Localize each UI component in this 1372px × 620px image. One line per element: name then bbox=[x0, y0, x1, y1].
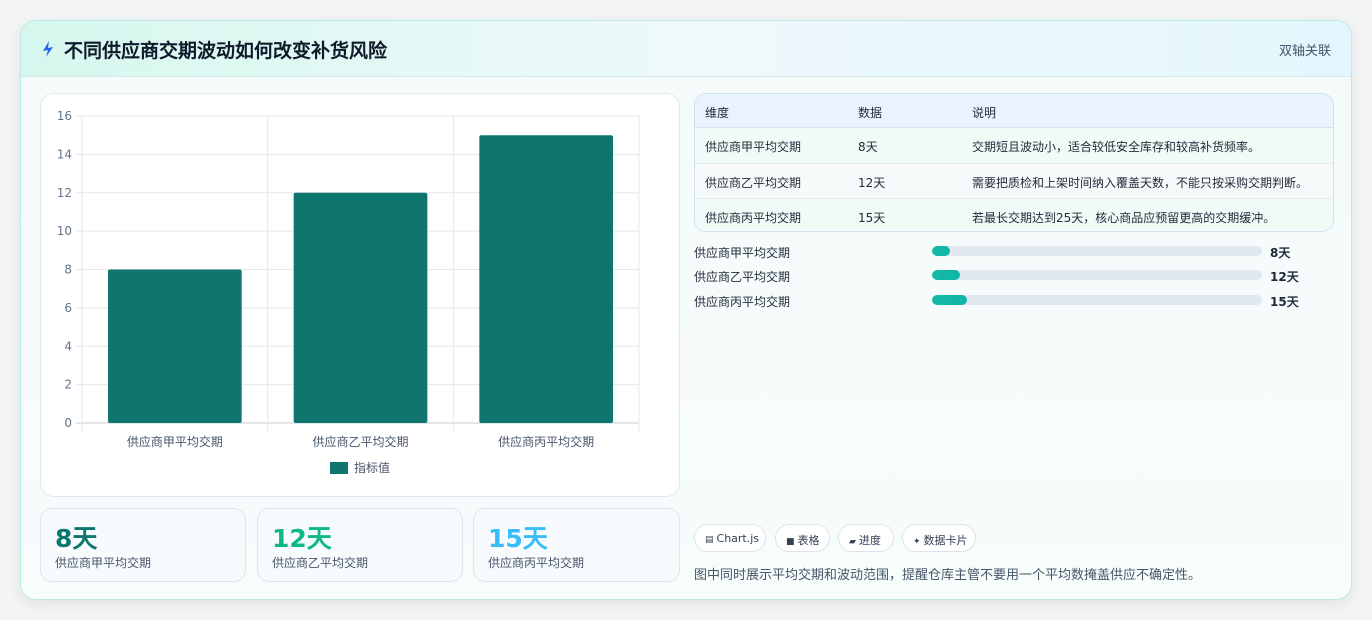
bar bbox=[107, 269, 242, 423]
table-cell: 供应商丙平均交期 bbox=[705, 211, 802, 225]
table-cell: 交期短且波动小，适合较低安全库存和较高补货频率。 bbox=[972, 140, 1261, 154]
progress-track bbox=[932, 246, 1262, 256]
stat-label: 供应商乙平均交期 bbox=[272, 556, 369, 570]
table-cell: 供应商乙平均交期 bbox=[705, 176, 802, 190]
y-tick-label: 16 bbox=[57, 109, 72, 123]
legend-swatch bbox=[330, 462, 348, 474]
table-row: 供应商乙平均交期 12天 需要把质检和上架时间纳入覆盖天数，不能只按采购交期判断… bbox=[695, 163, 1333, 198]
table-header-cell: 数据 bbox=[858, 106, 883, 120]
stat-value: 12天 bbox=[272, 524, 332, 553]
progress-label: 供应商丙平均交期 bbox=[694, 295, 791, 309]
sparkle-icon: ✦ bbox=[913, 537, 921, 547]
stat-card: 15天 供应商丙平均交期 bbox=[473, 508, 680, 582]
bar bbox=[479, 135, 614, 423]
chip-data-card[interactable]: ✦ 数据卡片 bbox=[902, 524, 976, 552]
progress-value: 15天 bbox=[1270, 295, 1299, 309]
chart-type-tag: 双轴关联 bbox=[1278, 44, 1331, 59]
stat-value: 15天 bbox=[488, 524, 548, 553]
y-tick-label: 10 bbox=[57, 224, 72, 238]
bolt-icon bbox=[43, 41, 53, 57]
page-title: 不同供应商交期波动如何改变补货风险 bbox=[64, 40, 388, 62]
stat-label: 供应商甲平均交期 bbox=[55, 556, 152, 570]
stat-label: 供应商丙平均交期 bbox=[488, 556, 585, 570]
progress-track bbox=[932, 295, 1262, 305]
chip-label: Chart.js bbox=[716, 532, 760, 545]
progress-row: 供应商乙平均交期 12天 bbox=[694, 265, 1334, 285]
chip-label: 数据卡片 bbox=[923, 534, 968, 547]
table-header-cell: 维度 bbox=[705, 106, 730, 120]
table-cell: 12天 bbox=[858, 176, 886, 190]
progress-fill bbox=[932, 270, 961, 280]
y-tick-label: 12 bbox=[57, 186, 72, 200]
x-tick-label: 供应商丙平均交期 bbox=[498, 434, 594, 449]
data-table: 维度 数据 说明 供应商甲平均交期 8天 交期短且波动小，适合较低安全库存和较高… bbox=[694, 93, 1334, 232]
main-card: 不同供应商交期波动如何改变补货风险 双轴关联 0 2 4 6 8 10 12 14 16 供应商甲… bbox=[20, 20, 1352, 600]
stat-card: 12天 供应商乙平均交期 bbox=[257, 508, 463, 582]
table-cell: 供应商甲平均交期 bbox=[705, 140, 802, 154]
progress-value: 8天 bbox=[1270, 246, 1291, 260]
card-header: 不同供应商交期波动如何改变补货风险 双轴关联 bbox=[21, 21, 1351, 77]
table-cell: 需要把质检和上架时间纳入覆盖天数，不能只按采购交期判断。 bbox=[972, 176, 1309, 190]
footnote: 图中同时展示平均交期和波动范围，提醒仓库主管不要用一个平均数掩盖供应不确定性。 bbox=[694, 568, 1202, 583]
y-tick-label: 2 bbox=[64, 378, 72, 392]
progress-fill bbox=[932, 295, 967, 305]
bar bbox=[293, 192, 428, 423]
progress-fill bbox=[932, 246, 951, 256]
stat-card: 8天 供应商甲平均交期 bbox=[40, 508, 246, 582]
progress-label: 供应商甲平均交期 bbox=[694, 246, 791, 260]
table-header-row: 维度 数据 说明 bbox=[695, 94, 1333, 128]
progress-row: 供应商甲平均交期 8天 bbox=[694, 241, 1334, 261]
progress-icon: ▰ bbox=[849, 537, 856, 547]
chip-label: 表格 bbox=[797, 534, 820, 547]
legend-label: 指标值 bbox=[354, 460, 390, 475]
table-row: 供应商甲平均交期 8天 交期短且波动小，适合较低安全库存和较高补货频率。 bbox=[695, 128, 1333, 163]
bar-chart-panel: 0 2 4 6 8 10 12 14 16 供应商甲平均交期 供应商乙平均交期 供应商丙平均交期指标值 bbox=[40, 93, 680, 497]
chip-label: 进度 bbox=[858, 534, 881, 547]
x-tick-label: 供应商乙平均交期 bbox=[312, 434, 408, 449]
stat-value: 8天 bbox=[55, 524, 98, 553]
chip-table[interactable]: ■ 表格 bbox=[775, 524, 830, 552]
y-tick-label: 6 bbox=[64, 301, 72, 315]
progress-label: 供应商乙平均交期 bbox=[694, 270, 791, 284]
x-tick-label: 供应商甲平均交期 bbox=[127, 434, 223, 449]
y-tick-label: 0 bbox=[64, 416, 72, 430]
table-cell: 15天 bbox=[858, 211, 886, 225]
y-tick-label: 4 bbox=[64, 339, 72, 353]
table-icon: ■ bbox=[786, 537, 795, 547]
table-header-cell: 说明 bbox=[972, 106, 997, 120]
chart-icon: ▤ bbox=[705, 535, 714, 545]
table-row: 供应商丙平均交期 15天 若最长交期达到25天，核心商品应预留更高的交期缓冲。 bbox=[695, 198, 1333, 231]
bar-chart: 0 2 4 6 8 10 12 14 16 供应商甲平均交期 供应商乙平均交期 供应商丙平均交期指标值 bbox=[57, 109, 640, 475]
y-tick-label: 14 bbox=[57, 147, 72, 161]
progress-row: 供应商丙平均交期 15天 bbox=[694, 290, 1334, 310]
table-cell: 8天 bbox=[858, 140, 878, 154]
chip-chartjs[interactable]: ▤ Chart.js bbox=[694, 524, 766, 552]
chip-progress[interactable]: ▰ 进度 bbox=[838, 524, 894, 552]
table-cell: 若最长交期达到25天，核心商品应预留更高的交期缓冲。 bbox=[972, 211, 1276, 225]
progress-track bbox=[932, 270, 1262, 280]
y-tick-label: 8 bbox=[64, 263, 72, 277]
progress-value: 12天 bbox=[1270, 270, 1299, 284]
